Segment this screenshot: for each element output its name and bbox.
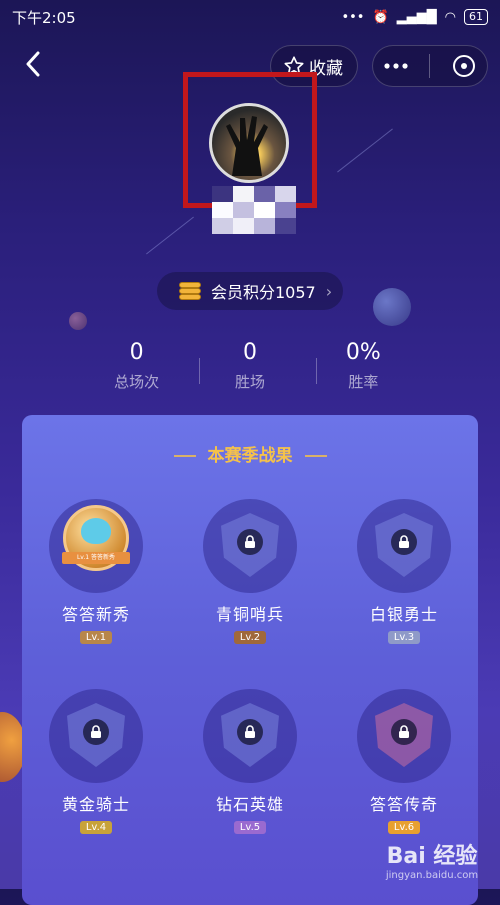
season-title: 本赛季战果 xyxy=(22,441,478,466)
badge-lv6[interactable]: 答答传奇 Lv.6 xyxy=(344,689,464,834)
badge-level: Lv.4 xyxy=(79,821,113,834)
battery-indicator: 61 xyxy=(464,9,488,25)
more-horizontal-icon xyxy=(384,63,408,69)
decor-streak xyxy=(146,216,194,255)
badge-level: Lv.6 xyxy=(387,821,421,834)
lock-icon xyxy=(237,719,263,745)
decor-planet xyxy=(69,312,87,330)
badge-name: 青铜哨兵 xyxy=(215,605,284,624)
medal-icon: Lv.1 答答新秀 xyxy=(62,505,130,571)
badge-level: Lv.2 xyxy=(233,631,267,644)
badge-level: Lv.1 xyxy=(79,631,113,644)
badge-circle xyxy=(49,689,143,783)
decor-streak xyxy=(337,128,393,173)
stat-divider xyxy=(316,358,317,384)
stat-label: 胜率 xyxy=(348,373,379,391)
stat-divider xyxy=(199,358,200,384)
stat-label: 胜场 xyxy=(234,373,265,391)
badge-name: 答答传奇 xyxy=(369,795,438,814)
badge-circle: Lv.1 答答新秀 xyxy=(49,499,143,593)
baidu-jingyan-watermark: Bai 经验 jingyan.baidu.com xyxy=(372,838,492,888)
badge-circle xyxy=(357,499,451,593)
status-bar: 下午2:05 ••• ⏰ ▂▄▆█ ◠ 61 xyxy=(0,0,500,34)
chevron-left-icon xyxy=(25,51,41,84)
stat-wins: 0 胜场 xyxy=(193,340,306,400)
medal-ribbon: Lv.1 答答新秀 xyxy=(62,552,130,564)
stat-value: 0% xyxy=(345,340,381,365)
badge-lv4[interactable]: 黄金骑士 Lv.4 xyxy=(36,689,156,834)
stat-value: 0 xyxy=(242,340,257,365)
badge-circle xyxy=(357,689,451,783)
username-mosaic xyxy=(212,186,296,234)
badge-lv1[interactable]: Lv.1 答答新秀 答答新秀 Lv.1 xyxy=(36,499,156,644)
capsule-menu xyxy=(372,45,488,87)
wifi-icon: ◠ xyxy=(444,9,456,25)
back-button[interactable] xyxy=(18,50,48,84)
coin-stack-icon xyxy=(179,282,201,300)
signal-icon: ▂▄▆█ xyxy=(396,9,437,25)
badge-name: 白银勇士 xyxy=(369,605,438,624)
stat-win-rate: 0% 胜率 xyxy=(307,340,420,400)
badge-level: Lv.5 xyxy=(233,821,267,834)
decor-planet xyxy=(373,288,411,326)
more-dots-icon: ••• xyxy=(341,9,365,25)
status-icons: ••• ⏰ ▂▄▆█ ◠ 61 xyxy=(341,9,488,25)
season-title-text: 本赛季战果 xyxy=(207,446,293,466)
stat-label: 总场次 xyxy=(114,373,160,391)
stat-value: 0 xyxy=(129,340,144,365)
watermark-url: jingyan.baidu.com xyxy=(385,870,479,881)
status-time: 下午2:05 xyxy=(12,8,76,27)
badge-lv3[interactable]: 白银勇士 Lv.3 xyxy=(344,499,464,644)
badge-lv5[interactable]: 钻石英雄 Lv.5 xyxy=(190,689,310,834)
chevron-right-icon: › xyxy=(325,281,333,301)
title-dash-right xyxy=(304,455,327,457)
mascot-icon xyxy=(81,518,111,544)
badge-lv2[interactable]: 青铜哨兵 Lv.2 xyxy=(190,499,310,644)
lock-icon xyxy=(391,719,417,745)
badge-name: 钻石英雄 xyxy=(215,795,284,814)
watermark-brand: Bai 经验 xyxy=(386,844,478,869)
close-circle-icon xyxy=(452,55,475,77)
badge-circle xyxy=(203,689,297,783)
alarm-icon: ⏰ xyxy=(372,9,389,25)
badge-name: 黄金骑士 xyxy=(61,795,130,814)
member-points-label: 会员积分1057 xyxy=(211,283,316,302)
lock-icon xyxy=(391,529,417,555)
close-miniprogram-button[interactable] xyxy=(451,53,477,79)
more-menu-button[interactable] xyxy=(383,62,409,70)
badge-name: 答答新秀 xyxy=(61,605,130,624)
lock-icon xyxy=(83,719,109,745)
season-results-card: 本赛季战果 Lv.1 答答新秀 答答新秀 Lv.1 青铜哨兵 Lv.2 白银勇士… xyxy=(22,415,478,905)
stats-row: 0 总场次 0 胜场 0% 胜率 xyxy=(80,340,420,400)
title-dash-left xyxy=(173,455,196,457)
menu-divider xyxy=(429,54,431,78)
badge-circle xyxy=(203,499,297,593)
lock-icon xyxy=(237,529,263,555)
badge-level: Lv.3 xyxy=(387,631,421,644)
stat-total-matches: 0 总场次 xyxy=(80,340,193,400)
member-points-button[interactable]: 会员积分1057 › xyxy=(157,272,343,310)
